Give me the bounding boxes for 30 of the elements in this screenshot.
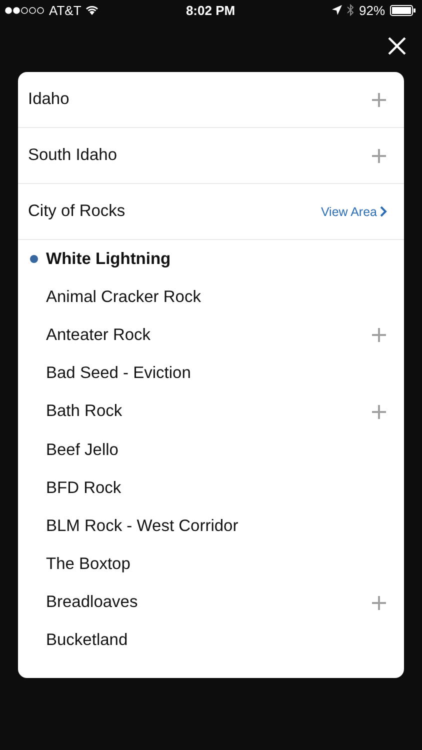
plus-icon[interactable] xyxy=(371,327,387,344)
plus-icon[interactable] xyxy=(371,594,387,611)
area-name[interactable]: South Idaho xyxy=(28,146,371,165)
view-area-link[interactable]: View Area xyxy=(320,204,387,218)
clock-time: 8:02 PM xyxy=(186,2,236,18)
area-name[interactable]: Idaho xyxy=(28,90,371,109)
wifi-icon xyxy=(85,5,100,15)
route-name[interactable]: BLM Rock - West Corridor xyxy=(46,516,387,536)
route-name[interactable]: White Lightning xyxy=(46,250,387,269)
route-name[interactable]: Breadloaves xyxy=(46,593,371,612)
signal-icon xyxy=(5,6,45,14)
route-name[interactable]: Bath Rock xyxy=(46,402,371,422)
location-icon xyxy=(332,5,342,15)
plus-icon[interactable] xyxy=(371,404,387,420)
route-name[interactable]: The Boxtop xyxy=(46,555,387,574)
battery-icon xyxy=(390,4,416,16)
area-name[interactable]: City of Rocks xyxy=(28,202,321,221)
route-name[interactable]: BFD Rock xyxy=(46,478,387,498)
route-name[interactable]: Beef Jello xyxy=(46,440,387,460)
route-name[interactable]: Animal Cracker Rock xyxy=(46,288,387,307)
carrier-name: AT&T xyxy=(49,2,82,18)
plus-icon[interactable] xyxy=(371,148,387,164)
bluetooth-icon xyxy=(346,4,354,16)
route-name[interactable]: Bad Seed - Eviction xyxy=(46,364,387,384)
battery-percent: 92% xyxy=(358,2,386,18)
route-name[interactable]: Bucketland xyxy=(46,631,387,650)
chevron-icon xyxy=(380,206,387,217)
route-name[interactable]: Anteater Rock xyxy=(46,326,371,345)
close-icon[interactable] xyxy=(388,37,406,55)
plus-icon[interactable] xyxy=(371,92,387,108)
